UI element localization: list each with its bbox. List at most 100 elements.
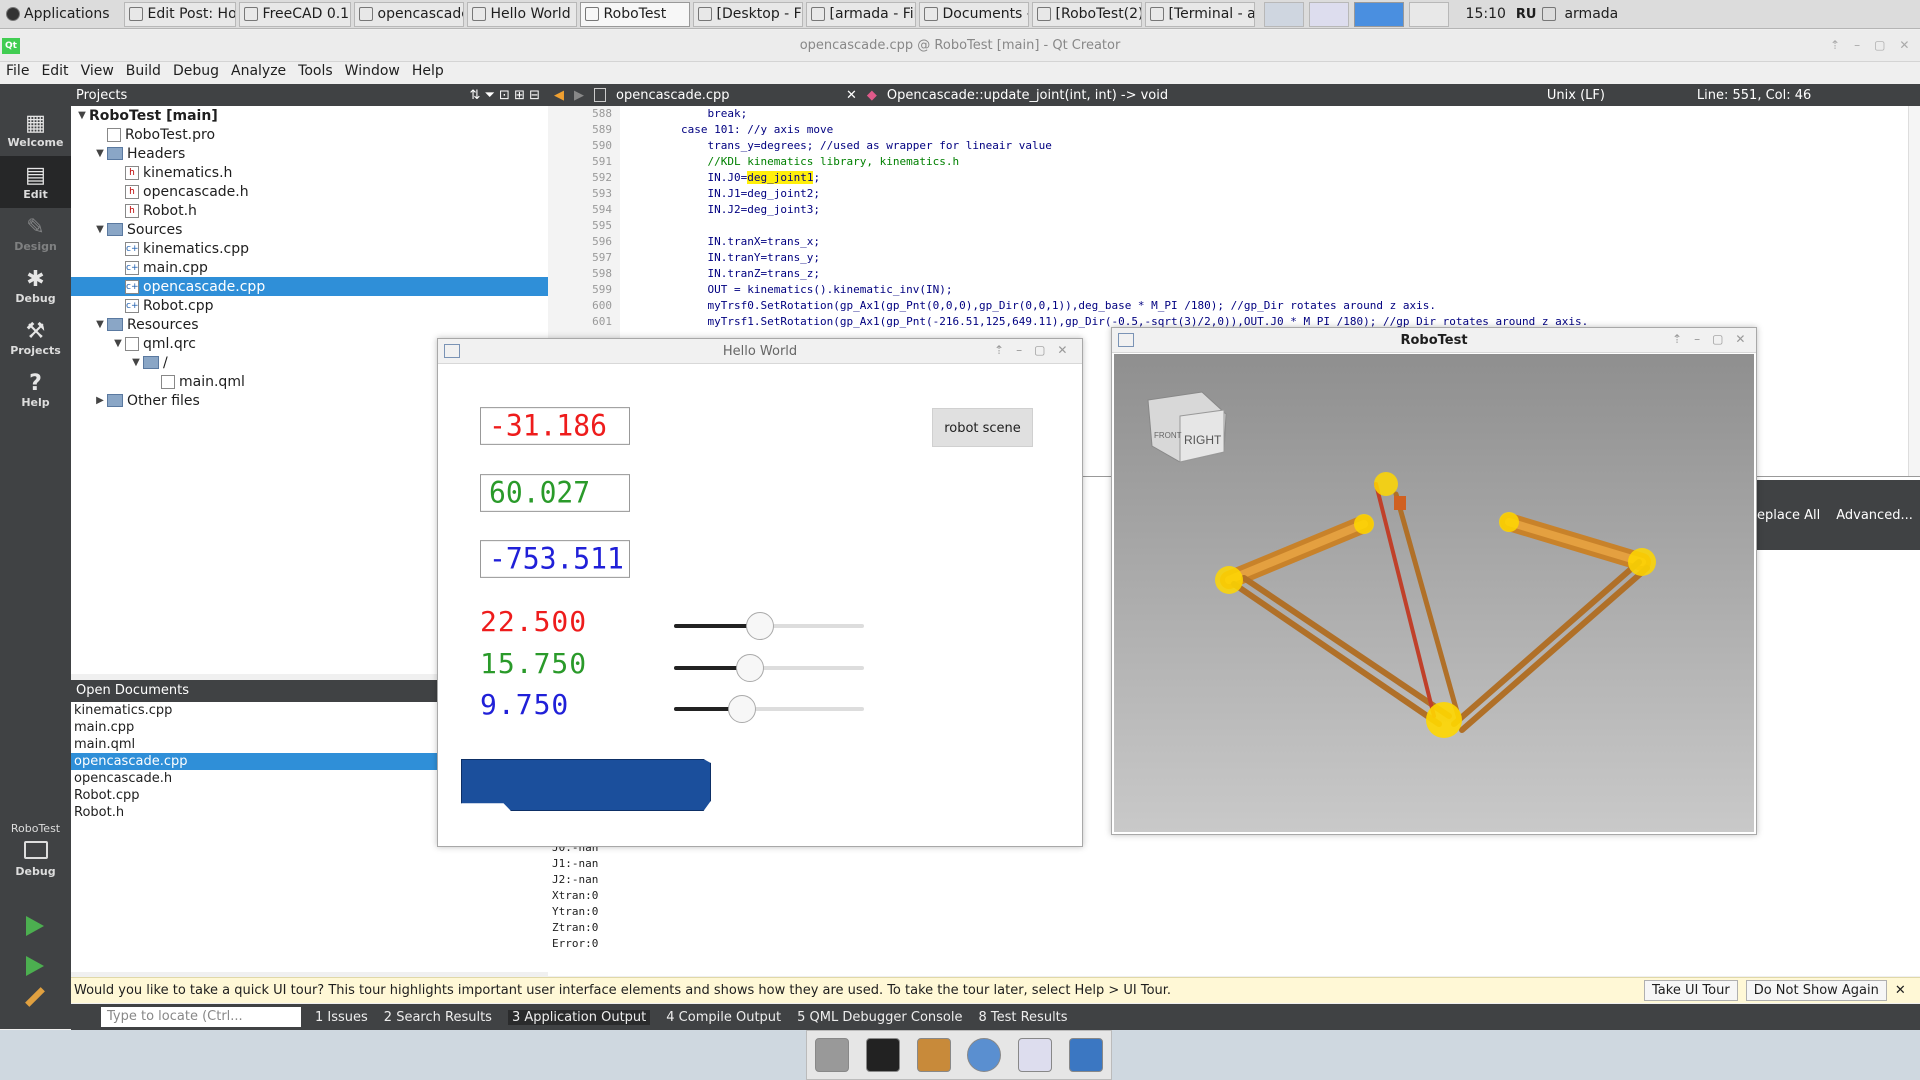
expand-arrow-icon[interactable]: ▼ — [111, 338, 125, 349]
code-line[interactable]: OUT = kinematics().kinematic_inv(IN); — [628, 282, 1588, 298]
taskbar-task[interactable]: [Terminal - ar... — [1144, 1, 1255, 27]
mode-design[interactable]: ✎ Design — [0, 208, 71, 260]
output-tab[interactable]: 5 QML Debugger Console — [797, 1010, 962, 1025]
output-tab[interactable]: 8 Test Results — [978, 1010, 1067, 1025]
code-line[interactable]: IN.J2=deg_joint3; — [628, 202, 1588, 218]
up-icon[interactable]: ⇡ — [994, 343, 1004, 357]
user-name[interactable]: armada — [1564, 6, 1618, 22]
maximize-icon[interactable]: ▢ — [1034, 343, 1045, 357]
workspace-3[interactable] — [1353, 1, 1404, 27]
code-text[interactable]: break; case 101: //y axis move trans_y=d… — [628, 106, 1588, 330]
network-icon[interactable] — [1542, 7, 1557, 21]
slider-handle[interactable] — [745, 612, 774, 640]
minimize-icon[interactable]: – — [1016, 343, 1022, 357]
mode-help[interactable]: ? Help — [0, 364, 71, 416]
advanced-button[interactable]: Advanced... — [1836, 508, 1913, 523]
filter-icon[interactable]: ⇅ ⏷ ⊡ ⊞ ⊟ — [470, 88, 541, 103]
code-line[interactable]: IN.tranX=trans_x; — [628, 234, 1588, 250]
close-icon[interactable]: ✕ — [1899, 38, 1909, 52]
joint3-slider[interactable] — [674, 695, 864, 723]
code-line[interactable]: //KDL kinematics library, kinematics.h — [628, 154, 1588, 170]
do-not-show-again-button[interactable]: Do Not Show Again — [1745, 980, 1887, 1001]
drive-icon[interactable] — [815, 1038, 850, 1072]
taskbar-task[interactable]: FreeCAD 0.18 — [238, 1, 351, 27]
expand-arrow-icon[interactable]: ▼ — [93, 319, 107, 330]
folder-icon[interactable] — [1068, 1038, 1103, 1072]
workspace-4[interactable] — [1408, 1, 1449, 27]
current-file[interactable]: opencascade.cpp — [616, 88, 836, 103]
locator-input[interactable]: Type to locate (Ctrl... — [101, 1007, 301, 1027]
view-cube[interactable]: RIGHT FRONT — [1147, 391, 1227, 463]
close-tour-icon[interactable]: ✕ — [1895, 983, 1906, 998]
mode-welcome[interactable]: ▦ Welcome — [0, 104, 71, 156]
joint1-slider[interactable] — [674, 612, 864, 640]
minimize-icon[interactable]: – — [1694, 332, 1700, 346]
close-document-icon[interactable]: ✕ — [846, 88, 857, 103]
tree-item[interactable]: h kinematics.h — [71, 163, 548, 182]
close-icon[interactable]: ✕ — [1735, 332, 1745, 346]
output-tab[interactable]: 2 Search Results — [384, 1010, 492, 1025]
tree-item[interactable]: c+ main.cpp — [71, 258, 548, 277]
code-line[interactable]: IN.tranY=trans_y; — [628, 250, 1588, 266]
up-icon[interactable]: ⇡ — [1672, 332, 1682, 346]
slider-handle[interactable] — [728, 695, 757, 723]
close-icon[interactable]: ✕ — [1057, 343, 1067, 357]
search-icon[interactable] — [1017, 1038, 1052, 1072]
code-line[interactable]: IN.J1=deg_joint2; — [628, 186, 1588, 202]
taskbar-task[interactable]: RoboTest — [579, 1, 690, 27]
code-line[interactable]: IN.tranZ=trans_z; — [628, 266, 1588, 282]
mode-debug[interactable]: ✱ Debug — [0, 260, 71, 312]
expand-arrow-icon[interactable]: ▼ — [129, 357, 143, 368]
tree-item[interactable]: RoboTest.pro — [71, 125, 548, 144]
menu-window[interactable]: Window — [339, 62, 406, 84]
menu-edit[interactable]: Edit — [35, 62, 74, 84]
taskbar-task[interactable]: Documents - Fi... — [918, 1, 1029, 27]
back-icon[interactable]: ◀ — [554, 88, 564, 103]
taskbar-task[interactable]: Hello World — [466, 1, 577, 27]
code-line[interactable]: IN.J0=deg_joint1; — [628, 170, 1588, 186]
tree-item[interactable]: ▼ RoboTest [main] — [71, 106, 548, 125]
take-ui-tour-button[interactable]: Take UI Tour — [1644, 980, 1738, 1001]
blue-decorative-panel[interactable] — [461, 759, 711, 811]
taskbar-task[interactable]: [RoboTest(2).ta... — [1031, 1, 1142, 27]
maximize-icon[interactable]: ▢ — [1874, 38, 1885, 52]
keyboard-layout[interactable]: RU — [1516, 7, 1537, 22]
code-line[interactable]: myTrsf0.SetRotation(gp_Ax1(gp_Pnt(0,0,0)… — [628, 298, 1588, 314]
run-icon[interactable] — [26, 916, 44, 936]
code-line[interactable]: trans_y=degrees; //used as wrapper for l… — [628, 138, 1588, 154]
menu-tools[interactable]: Tools — [292, 62, 339, 84]
code-line[interactable] — [628, 218, 1588, 234]
up-icon[interactable]: ⇡ — [1830, 38, 1840, 52]
taskbar-task[interactable]: [armada - File ... — [805, 1, 916, 27]
debug-run-icon[interactable] — [26, 956, 44, 976]
slider-handle[interactable] — [736, 654, 764, 682]
minimize-icon[interactable]: – — [1854, 38, 1860, 52]
archive-icon[interactable] — [916, 1038, 951, 1072]
maximize-icon[interactable]: ▢ — [1712, 332, 1723, 346]
applications-menu[interactable]: Applications — [0, 0, 116, 29]
tree-item[interactable]: ▼ Resources — [71, 315, 548, 334]
mode-projects[interactable]: ⚒ Projects — [0, 312, 71, 364]
code-line[interactable]: break; — [628, 106, 1588, 122]
output-tab[interactable]: 4 Compile Output — [666, 1010, 781, 1025]
expand-arrow-icon[interactable]: ▼ — [75, 110, 89, 121]
forward-icon[interactable]: ▶ — [574, 88, 584, 103]
tree-item[interactable]: c+ opencascade.cpp — [71, 277, 548, 296]
menu-help[interactable]: Help — [406, 62, 450, 84]
workspace-1[interactable] — [1263, 1, 1304, 27]
line-ending[interactable]: Unix (LF) — [1547, 88, 1687, 103]
joint2-slider[interactable] — [674, 654, 864, 682]
taskbar-task[interactable]: [Desktop - File ... — [692, 1, 803, 27]
menu-analyze[interactable]: Analyze — [225, 62, 292, 84]
tree-item[interactable]: c+ Robot.cpp — [71, 296, 548, 315]
tree-item[interactable]: h opencascade.h — [71, 182, 548, 201]
expand-arrow-icon[interactable]: ▼ — [93, 148, 107, 159]
output-tab[interactable]: 3 Application Output — [507, 1009, 651, 1025]
replace-all-button[interactable]: eplace All — [1757, 508, 1820, 523]
tree-item[interactable]: ▼ Headers — [71, 144, 548, 163]
tree-item[interactable]: ▼ Sources — [71, 220, 548, 239]
mode-edit[interactable]: ▤ Edit — [0, 156, 71, 208]
expand-arrow-icon[interactable]: ▼ — [93, 224, 107, 235]
editor-scrollbar[interactable] — [1908, 106, 1920, 476]
code-line[interactable]: case 101: //y axis move — [628, 122, 1588, 138]
